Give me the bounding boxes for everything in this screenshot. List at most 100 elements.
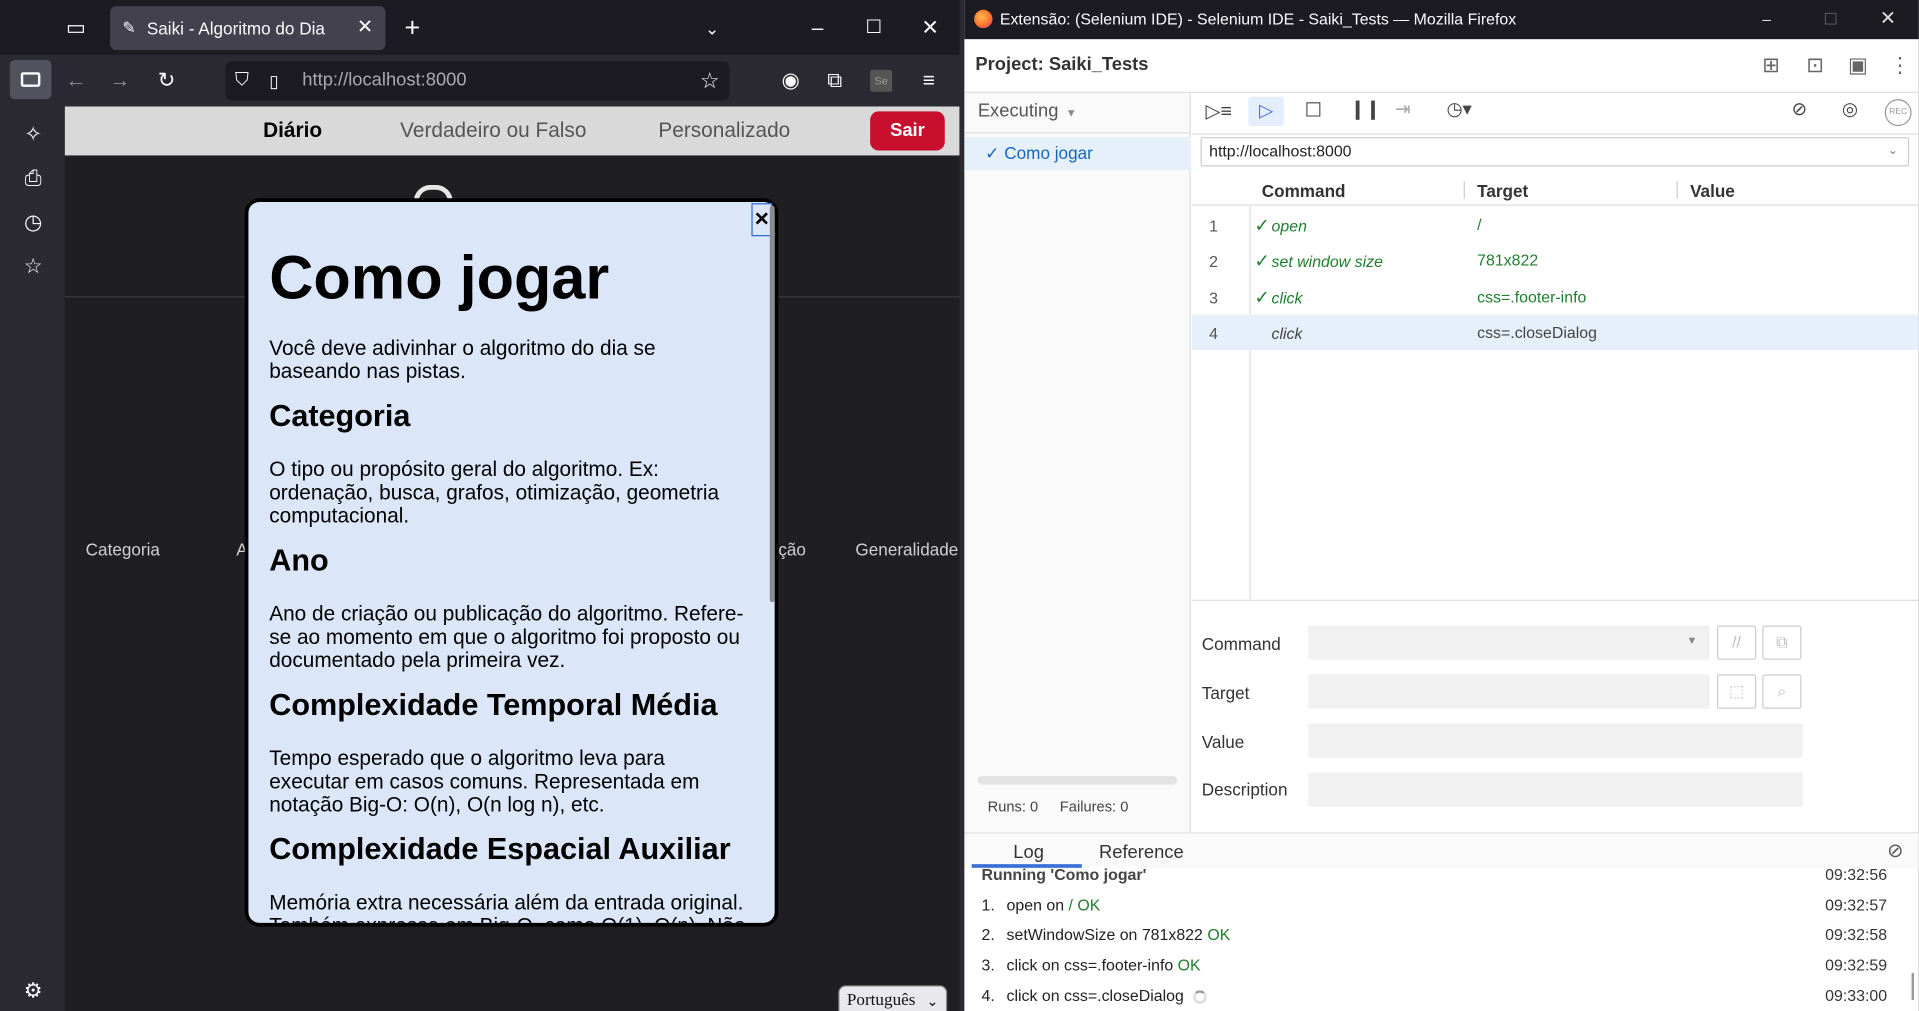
description-input[interactable] (1308, 772, 1803, 807)
command-row[interactable]: 1 ✓ open / (1192, 207, 1919, 242)
value-input[interactable] (1308, 723, 1803, 758)
selenium-extension-icon[interactable]: Se (870, 69, 893, 92)
forward-icon[interactable]: → (105, 66, 134, 95)
window-close-icon[interactable]: ✕ (915, 13, 944, 42)
section-text: O tipo ou propósito geral do algoritmo. … (269, 457, 720, 528)
target-input[interactable] (1308, 674, 1710, 709)
window-title: Extensão: (Selenium IDE) - Selenium IDE … (999, 9, 1517, 29)
log-entry-text: setWindowSize on 781x822 (1006, 925, 1203, 944)
row-number: 4 (1209, 324, 1218, 343)
nav-diario[interactable]: Diário (263, 119, 322, 143)
row-number: 3 (1209, 288, 1218, 308)
divider (1191, 599, 1919, 601)
maximize-icon[interactable]: ☐ (859, 13, 888, 42)
url-port: :8000 (420, 69, 467, 91)
progress-bar (977, 776, 1178, 785)
more-options-icon[interactable]: ⋮ (1890, 54, 1911, 78)
dialog-content: Como jogar Você deve adivinhar o algorit… (269, 239, 749, 923)
log-entry: 3. click on css=.footer-info OK 09:32:59 (981, 956, 1911, 974)
new-tab-icon[interactable]: + (398, 13, 427, 42)
language-select[interactable]: Português ⌄ (838, 985, 948, 1011)
tab-overview-icon[interactable]: ▭ (61, 13, 90, 42)
log-entry-number: 2. (981, 925, 995, 944)
reload-icon[interactable]: ↻ (152, 66, 181, 95)
section-heading: Complexidade Temporal Média (269, 687, 718, 723)
save-project-icon[interactable]: ▣ (1848, 54, 1868, 78)
bookmarks-star-icon[interactable]: ☆ (18, 252, 47, 281)
sidebar-icon (20, 72, 41, 87)
record-icon[interactable]: REC (1884, 99, 1912, 127)
command-row[interactable]: 2 ✓ set window size 781x822 (1192, 242, 1919, 277)
tab-title: Saiki - Algoritmo do Dia (146, 18, 325, 38)
base-url-input[interactable]: http://localhost:8000 ⌄ (1200, 137, 1910, 167)
back-icon[interactable]: ← (61, 66, 90, 95)
command-row[interactable]: 3 ✓ click css=.footer-info (1192, 279, 1919, 314)
project-name[interactable]: Saiki_Tests (1049, 54, 1149, 75)
loading-spinner-icon (1193, 990, 1207, 1004)
project-label: Project: (975, 53, 1044, 75)
minimize-icon[interactable]: – (1762, 0, 1771, 39)
firefox-window-app: ▭ ✎ Saiki - Algoritmo do Dia ✕ + ⌄ – ☐ ✕… (0, 0, 960, 1011)
dropdown-arrow-icon: ▼ (1065, 106, 1077, 119)
stop-icon[interactable]: ☐ (1305, 98, 1323, 122)
dialog-intro: Você deve adivinhar o algoritmo do dia s… (269, 336, 656, 384)
ai-chat-icon[interactable]: ✧ (18, 120, 47, 149)
account-icon[interactable]: ◉ (776, 66, 805, 95)
settings-gear-icon[interactable]: ⚙ (18, 977, 47, 1006)
disable-breakpoints-icon[interactable]: ⊘ (1792, 98, 1807, 120)
section-heading: Ano (269, 543, 329, 578)
browser-tab[interactable]: ✎ Saiki - Algoritmo do Dia ✕ (110, 6, 386, 51)
history-icon[interactable]: ◷ (18, 208, 47, 237)
row-number: 1 (1209, 216, 1218, 236)
pause-exceptions-icon[interactable]: ◎ (1842, 98, 1858, 120)
divider (964, 132, 1191, 134)
dropdown-arrow-icon: ▼ (1686, 634, 1698, 647)
open-project-icon[interactable]: ⊡ (1806, 54, 1823, 78)
clear-log-icon[interactable]: ⊘ (1887, 838, 1903, 862)
check-icon: ✓ (985, 143, 1005, 163)
tab-close-icon[interactable]: ✕ (357, 6, 373, 50)
nav-verdadeiro-ou-falso[interactable]: Verdadeiro ou Falso (400, 119, 586, 143)
command-row-active[interactable]: 4 click css=.closeDialog (1191, 314, 1919, 351)
minimize-icon[interactable]: – (803, 13, 832, 42)
tab-reference[interactable]: Reference (1099, 842, 1184, 863)
log-scrollbar[interactable] (1911, 973, 1915, 1001)
sidebar: ✧ ⎙ ◷ ☆ ⚙ (0, 106, 65, 1011)
log-header-text: Running 'Como jogar' (981, 865, 1147, 884)
sidebar-toggle-button[interactable] (9, 59, 52, 100)
title-bar: Extensão: (Selenium IDE) - Selenium IDE … (964, 0, 1919, 40)
log-entry-result: OK (1207, 925, 1231, 944)
row-number: 2 (1209, 252, 1218, 271)
run-test-icon[interactable]: ▷ (1248, 96, 1284, 127)
bookmark-star-icon[interactable]: ☆ (700, 61, 720, 100)
test-item-como-jogar[interactable]: ✓ Como jogar (964, 137, 1191, 171)
nav-personalizado[interactable]: Personalizado (658, 119, 790, 143)
new-project-icon[interactable]: ⊞ (1762, 54, 1779, 78)
dialog-scrollbar[interactable] (769, 205, 775, 603)
url-bar[interactable]: ⛉ ▯ http://localhost:8000 ☆ (225, 61, 730, 101)
log-tabbar: Log Reference ⊘ (964, 833, 1919, 868)
log-entry-number: 3. (981, 955, 995, 975)
menu-icon[interactable]: ≡ (914, 66, 943, 95)
pause-icon[interactable]: ❙❙ (1350, 98, 1381, 120)
tab-list-chevron-icon[interactable]: ⌄ (698, 13, 727, 42)
logout-button[interactable]: Sair (870, 111, 945, 151)
command-name: open (1271, 216, 1307, 236)
command-input[interactable]: ▼ (1308, 625, 1710, 660)
check-icon: ✓ (1254, 215, 1270, 237)
log-entry-result: OK (1077, 895, 1101, 915)
run-all-tests-icon[interactable]: ▷≡ (1205, 99, 1231, 123)
suite-dropdown[interactable]: Executing ▼ (978, 100, 1077, 121)
tab-bar: ▭ ✎ Saiki - Algoritmo do Dia ✕ + ⌄ – ☐ ✕ (0, 0, 960, 56)
log-entry: 1. open on / OK 09:32:57 (981, 896, 1911, 914)
editor-command-label: Command (1201, 634, 1281, 654)
speed-timer-icon[interactable]: ◷▾ (1447, 98, 1472, 120)
column-header-partial: ção (778, 539, 806, 560)
find-target-icon: ⌕ (1762, 674, 1802, 709)
close-icon[interactable]: ✕ (1880, 0, 1896, 39)
check-icon: ✓ (1254, 287, 1270, 309)
section-text: Ano de criação ou publicação do algoritm… (269, 602, 744, 672)
synced-tabs-icon[interactable]: ⎙ (18, 164, 47, 193)
extensions-icon[interactable]: ⧉ (820, 66, 849, 95)
tab-log[interactable]: Log (1013, 842, 1044, 863)
